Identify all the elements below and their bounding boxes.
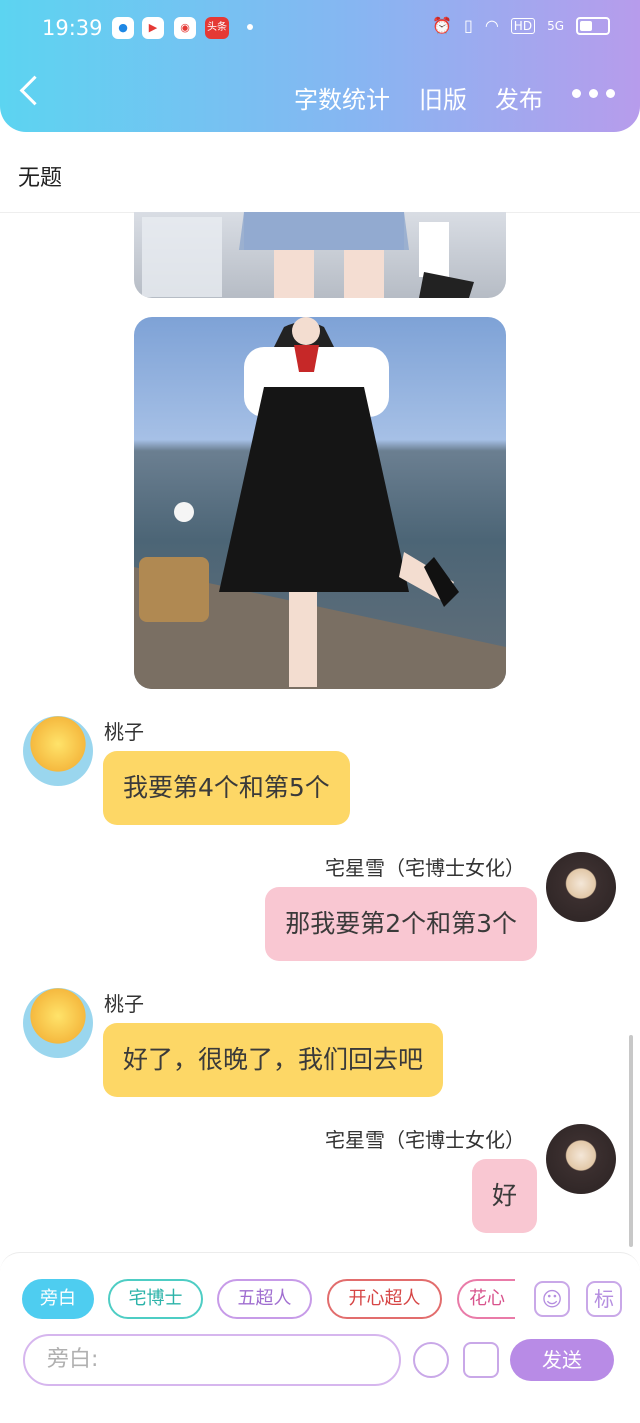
hd-icon: HD xyxy=(510,17,536,34)
outfit-photo-3-art xyxy=(142,212,474,298)
message-sender: 桃子 xyxy=(104,992,144,1016)
story-title[interactable]: 无题 xyxy=(18,160,62,192)
title-bar: 无题 xyxy=(0,132,640,213)
youtube-play-icon: ▶ xyxy=(142,17,164,39)
message-bubble[interactable]: 我要第4个和第5个 xyxy=(103,751,350,825)
vibrate-icon: ▯ xyxy=(464,16,473,35)
word-count-button[interactable]: 字数统计 xyxy=(294,80,390,115)
send-button[interactable]: 发送 xyxy=(510,1339,614,1381)
tag-button[interactable]: 标 xyxy=(586,1281,622,1317)
avatar-zhaixingxue[interactable] xyxy=(546,1124,616,1194)
toutiao-icon: 头条 xyxy=(205,17,229,39)
avatar-taozi[interactable] xyxy=(23,716,93,786)
outfit-photo-3[interactable] xyxy=(134,212,506,298)
emoji-icon[interactable] xyxy=(413,1342,449,1378)
avatar-zhaixingxue[interactable] xyxy=(546,852,616,922)
avatar-taozi[interactable] xyxy=(23,988,93,1058)
app-header: 19:39 ● ▶ ◉ 头条 ⏰ ▯ ◠ HD 5G 字数统计 旧版 发布 xyxy=(0,0,640,132)
message-input[interactable]: 旁白: xyxy=(23,1334,401,1386)
image-icon[interactable] xyxy=(463,1342,499,1378)
weibo-icon: ◉ xyxy=(174,17,196,39)
role-chip-huaxin[interactable]: 花心 xyxy=(457,1279,515,1319)
message-sender: 宅星雪（宅博士女化） xyxy=(325,1128,525,1152)
old-version-button[interactable]: 旧版 xyxy=(419,80,467,115)
more-options-icon[interactable] xyxy=(572,89,615,98)
back-icon[interactable] xyxy=(19,75,50,106)
publish-button[interactable]: 发布 xyxy=(495,80,543,115)
outfit-photo-4-art xyxy=(134,317,506,689)
notification-dot xyxy=(247,24,253,30)
message-sender: 桃子 xyxy=(104,720,144,744)
wifi-icon: ◠ xyxy=(484,16,499,35)
status-icons: ⏰ ▯ ◠ HD 5G xyxy=(432,16,610,35)
role-chip-wuchaoren[interactable]: 五超人 xyxy=(217,1279,312,1319)
message-bubble[interactable]: 好了，很晚了，我们回去吧 xyxy=(103,1023,444,1097)
tencent-video-icon: ● xyxy=(112,17,134,39)
role-chip-narration[interactable]: 旁白 xyxy=(22,1279,94,1319)
alarm-icon: ⏰ xyxy=(432,16,453,35)
message-bubble[interactable]: 好 xyxy=(471,1159,537,1233)
role-chip-zhaiboshi[interactable]: 宅博士 xyxy=(108,1279,203,1319)
message-sender: 宅星雪（宅博士女化） xyxy=(325,856,525,880)
message-bubble[interactable]: 那我要第2个和第3个 xyxy=(265,887,537,961)
outfit-photo-4[interactable] xyxy=(134,317,506,689)
role-chip-kaixinchaoren[interactable]: 开心超人 xyxy=(327,1279,442,1319)
signal-5g-icon: 5G xyxy=(547,18,564,33)
battery-icon xyxy=(576,16,610,35)
scrollbar[interactable] xyxy=(629,1035,633,1247)
character-manage-icon[interactable]: ☺ xyxy=(534,1281,570,1317)
status-time: 19:39 xyxy=(42,16,103,40)
